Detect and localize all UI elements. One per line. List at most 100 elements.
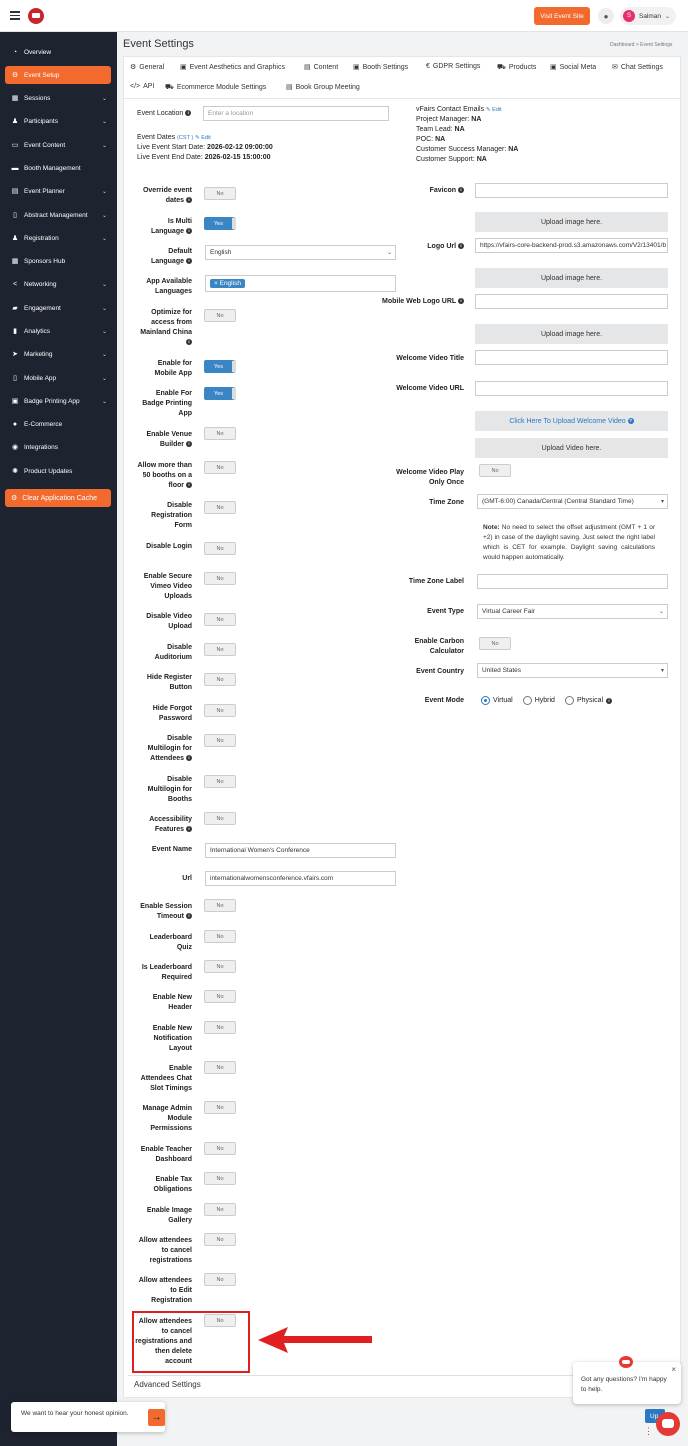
clear-cache-button[interactable]: ⚙ Clear Application Cache bbox=[5, 489, 111, 507]
disable-video-upload-toggle[interactable]: No bbox=[204, 613, 236, 626]
sidebar-item-integrations[interactable]: ◉ Integrations bbox=[5, 438, 111, 456]
sidebar-item-e-commerce[interactable]: ● E-Commerce bbox=[5, 415, 111, 433]
image-gallery-toggle[interactable]: No bbox=[204, 1203, 236, 1216]
tab-social-meta[interactable]: ▣ Social Meta bbox=[550, 63, 596, 72]
visit-event-site-button[interactable]: Visit Event Site bbox=[534, 7, 590, 25]
video-upload-button[interactable]: Upload Video here. bbox=[475, 438, 668, 458]
arrow-right-icon[interactable]: → bbox=[148, 1409, 165, 1426]
teacher-dashboard-toggle[interactable]: No bbox=[204, 1142, 236, 1155]
multi-language-toggle[interactable]: Yes bbox=[204, 217, 236, 230]
sidebar-item-sponsors-hub[interactable]: ▦ Sponsors Hub bbox=[5, 252, 111, 270]
event-type-select[interactable]: Virtual Career Fair ⌄ bbox=[477, 604, 668, 619]
sidebar-item-registration[interactable]: ♟ Registration ⌄ bbox=[5, 229, 111, 247]
mode-hybrid-radio[interactable]: Hybrid bbox=[522, 696, 555, 705]
favicon-upload-button[interactable]: Upload image here. bbox=[475, 212, 668, 232]
default-language-select[interactable]: English ⌄ bbox=[205, 245, 396, 260]
url-input[interactable]: internationalwomensconference.vfairs.com bbox=[205, 871, 396, 886]
tab-gdpr-settings[interactable]: € GDPR Settings bbox=[426, 63, 480, 70]
mobile-logo-input[interactable] bbox=[475, 294, 668, 309]
optimize-china-toggle[interactable]: No bbox=[204, 309, 236, 322]
tax-obligations-toggle[interactable]: No bbox=[204, 1172, 236, 1185]
edit-reg-toggle[interactable]: No bbox=[204, 1273, 236, 1286]
sidebar-item-participants[interactable]: ♟ Participants ⌄ bbox=[5, 112, 111, 130]
sidebar-item-booth-management[interactable]: ▬ Booth Management bbox=[5, 159, 111, 177]
chat-popup[interactable]: × Got any questions? I'm happy to help. bbox=[573, 1362, 681, 1404]
secure-vimeo-toggle[interactable]: No bbox=[204, 572, 236, 585]
mobile-logo-upload-button[interactable]: Upload image here. bbox=[475, 324, 668, 344]
welcome-url-input[interactable] bbox=[475, 381, 668, 396]
session-timeout-toggle[interactable]: No bbox=[204, 899, 236, 912]
tab-booth-settings[interactable]: ▣ Booth Settings bbox=[353, 63, 408, 72]
apps-grid-icon[interactable]: ⋮ bbox=[644, 1426, 653, 1437]
sidebar-item-product-updates[interactable]: ✺ Product Updates bbox=[5, 462, 111, 480]
tab-chat-settings[interactable]: ✉ Chat Settings bbox=[612, 63, 663, 72]
tab-content[interactable]: ▤ Content bbox=[304, 63, 338, 72]
sidebar-item-event-content[interactable]: ▭ Event Content ⌄ bbox=[5, 136, 111, 154]
disable-auditorium-toggle[interactable]: No bbox=[204, 643, 236, 656]
sidebar-item-engagement[interactable]: ▰ Engagement ⌄ bbox=[5, 299, 111, 317]
upload-welcome-video-button[interactable]: Click Here To Upload Welcome Video ? bbox=[475, 411, 668, 431]
logo-upload-button[interactable]: Upload image here. bbox=[475, 268, 668, 288]
override-dates-toggle[interactable]: No bbox=[204, 187, 236, 200]
sidebar-item-badge-printing-app[interactable]: ▣ Badge Printing App ⌄ bbox=[5, 392, 111, 410]
favicon-input[interactable] bbox=[475, 183, 668, 198]
tab-products[interactable]: ⛟ Products bbox=[497, 63, 536, 72]
leaderboard-required-toggle[interactable]: No bbox=[204, 960, 236, 973]
sidebar-item-event-planner[interactable]: ▤ Event Planner ⌄ bbox=[5, 182, 111, 200]
more-booths-toggle[interactable]: No bbox=[204, 461, 236, 474]
country-select[interactable]: United States ▾ bbox=[477, 663, 668, 678]
sidebar-item-event-setup[interactable]: ⚙ Event Setup bbox=[5, 66, 111, 84]
accessibility-toggle[interactable]: No bbox=[204, 812, 236, 825]
badge-app-toggle[interactable]: Yes bbox=[204, 387, 236, 400]
new-header-toggle[interactable]: No bbox=[204, 990, 236, 1003]
user-menu[interactable]: S Salman ⌄ bbox=[620, 7, 676, 25]
sidebar-item-abstract-management[interactable]: ▯ Abstract Management ⌄ bbox=[5, 206, 111, 224]
venue-builder-toggle[interactable]: No bbox=[204, 427, 236, 440]
event-name-input[interactable]: International Women's Conference bbox=[205, 843, 396, 858]
chat-launcher-icon[interactable] bbox=[656, 1412, 680, 1436]
mode-physical-radio[interactable]: Physical i bbox=[564, 696, 613, 705]
bulb-icon[interactable]: ● bbox=[598, 8, 614, 24]
tab-api[interactable]: </> API bbox=[130, 83, 154, 90]
sidebar-item-overview[interactable]: ◔ Overview bbox=[5, 43, 111, 61]
edit-contacts-link[interactable]: ✎ Edit bbox=[486, 107, 502, 113]
hide-register-toggle[interactable]: No bbox=[204, 673, 236, 686]
chat-slot-toggle[interactable]: No bbox=[204, 1061, 236, 1074]
edit-dates-link[interactable]: ✎ Edit bbox=[195, 135, 211, 141]
welcome-title-input[interactable] bbox=[475, 350, 668, 365]
cancel-reg-toggle[interactable]: No bbox=[204, 1233, 236, 1246]
hamburger-menu-icon[interactable] bbox=[10, 11, 20, 20]
sidebar-item-analytics[interactable]: ▮ Analytics ⌄ bbox=[5, 322, 111, 340]
mode-virtual-radio[interactable]: Virtual bbox=[481, 696, 513, 705]
sidebar-item-mobile-app[interactable]: ▯ Mobile App ⌄ bbox=[5, 369, 111, 387]
hide-forgot-toggle[interactable]: No bbox=[204, 704, 236, 717]
event-location-input[interactable]: Enter a location bbox=[203, 106, 389, 121]
play-once-toggle[interactable]: No bbox=[479, 464, 511, 477]
new-notification-toggle[interactable]: No bbox=[204, 1021, 236, 1034]
tab-event-aesthetics-and-graphics[interactable]: ▣ Event Aesthetics and Graphics bbox=[180, 63, 285, 72]
carbon-toggle[interactable]: No bbox=[479, 637, 511, 650]
disable-login-toggle[interactable]: No bbox=[204, 542, 236, 555]
feedback-widget[interactable]: We want to hear your honest opinion. → bbox=[11, 1402, 165, 1432]
logo-url-input[interactable]: https://vfairs-core-backend-prod.s3.amaz… bbox=[475, 238, 668, 253]
tab-book-group-meeting[interactable]: ▤ Book Group Meeting bbox=[286, 83, 360, 92]
available-languages-select[interactable]: × English bbox=[205, 275, 396, 292]
sidebar-item-sessions[interactable]: ▦ Sessions ⌄ bbox=[5, 89, 111, 107]
leaderboard-quiz-toggle[interactable]: No bbox=[204, 930, 236, 943]
disable-reg-form-toggle[interactable]: No bbox=[204, 501, 236, 514]
close-icon[interactable]: × bbox=[671, 1365, 676, 1375]
tab-ecommerce-module-settings[interactable]: ⛟ Ecommerce Module Settings bbox=[165, 83, 266, 92]
advanced-settings-toggle[interactable]: Advanced Settings bbox=[134, 1380, 201, 1389]
sidebar-item-label: Mobile App bbox=[24, 374, 57, 382]
admin-permissions-toggle[interactable]: No bbox=[204, 1101, 236, 1114]
mobile-app-toggle[interactable]: Yes bbox=[204, 360, 236, 373]
multilogin-booths-toggle[interactable]: No bbox=[204, 775, 236, 788]
language-tag[interactable]: × English bbox=[210, 279, 245, 288]
tab-general[interactable]: ⚙ General bbox=[130, 63, 164, 72]
tz-label-input[interactable] bbox=[477, 574, 668, 589]
timezone-select[interactable]: (GMT-6:00) Canada/Central (Central Stand… bbox=[477, 494, 668, 509]
multilogin-attendees-toggle[interactable]: No bbox=[204, 734, 236, 747]
sidebar-item-marketing[interactable]: ➤ Marketing ⌄ bbox=[5, 345, 111, 363]
sidebar-item-networking[interactable]: < Networking ⌄ bbox=[5, 275, 111, 293]
logo[interactable] bbox=[28, 8, 44, 24]
